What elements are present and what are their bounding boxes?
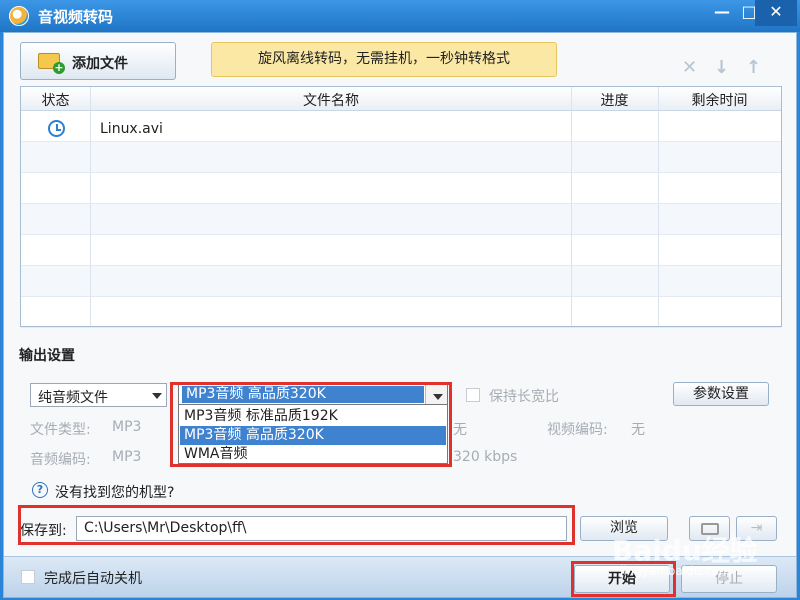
category-value: 纯音频文件 [38, 390, 108, 406]
highlight-format-box [170, 382, 452, 467]
title-bar: 音视频转码 — □ ✕ [0, 0, 800, 32]
file-name: Linux.avi [100, 121, 163, 137]
highlight-save-box [18, 505, 575, 545]
header-progress: 进度 [600, 93, 629, 109]
table-row[interactable]: Linux.avi [21, 111, 781, 142]
empty-row [21, 173, 781, 204]
promo-banner[interactable]: 旋风离线转码，无需挂机，一秒钟转格式 [211, 42, 557, 77]
empty-row [21, 235, 781, 266]
category-select[interactable]: 纯音频文件 [30, 383, 167, 407]
header-status: 状态 [41, 93, 70, 109]
resolution-value: 无 [453, 422, 467, 438]
chevron-down-icon [152, 393, 162, 399]
window-client: + 添加文件 旋风离线转码，无需挂机，一秒钟转格式 ✕ ↓ ↑ 状态 文件名称 … [3, 32, 797, 598]
auto-shutdown-label: 完成后自动关机 [44, 571, 142, 587]
plus-icon: + [53, 61, 65, 74]
header-file-name: 文件名称 [303, 93, 359, 109]
column-divider [571, 87, 572, 326]
add-file-label: 添加文件 [72, 56, 128, 72]
app-icon [9, 6, 29, 26]
header-remaining-time: 剩余时间 [691, 93, 748, 109]
video-codec-label: 视频编码: [547, 422, 608, 438]
bitrate-value: 320 kbps [453, 449, 518, 465]
file-table[interactable]: 状态 文件名称 进度 剩余时间 Linux.avi [20, 86, 782, 328]
video-codec-value: 无 [631, 422, 645, 438]
file-type-value: MP3 [112, 419, 142, 435]
keep-ratio-checkbox[interactable] [466, 388, 480, 402]
empty-row [21, 297, 781, 328]
output-settings-title: 输出设置 [19, 348, 75, 364]
param-settings-button[interactable]: 参数设置 [673, 382, 769, 406]
keep-ratio-label: 保持长宽比 [489, 389, 559, 405]
move-up-icon[interactable]: ↑ [746, 57, 761, 78]
baidu-watermark: Baidu经验 [612, 534, 758, 567]
auto-shutdown-checkbox[interactable] [21, 570, 35, 584]
help-link[interactable]: 没有找到您的机型? [55, 482, 174, 502]
delete-icon[interactable]: ✕ [682, 57, 697, 78]
empty-row [21, 266, 781, 297]
empty-row [21, 204, 781, 235]
column-divider [658, 87, 659, 326]
file-type-label: 文件类型: [30, 422, 91, 438]
add-file-button[interactable]: + 添加文件 [20, 42, 176, 80]
column-divider [90, 87, 91, 326]
help-icon[interactable]: ? [32, 482, 48, 498]
table-header: 状态 文件名称 进度 剩余时间 [21, 87, 781, 111]
empty-row [21, 142, 781, 173]
close-button[interactable]: ✕ [755, 0, 797, 26]
watermark-url: jingyan.baidu.com [620, 564, 731, 578]
move-down-icon[interactable]: ↓ [714, 57, 729, 78]
clock-icon [48, 120, 65, 137]
window-title: 音视频转码 [38, 8, 114, 26]
audio-codec-label: 音频编码: [30, 452, 91, 468]
audio-codec-value: MP3 [112, 449, 142, 465]
